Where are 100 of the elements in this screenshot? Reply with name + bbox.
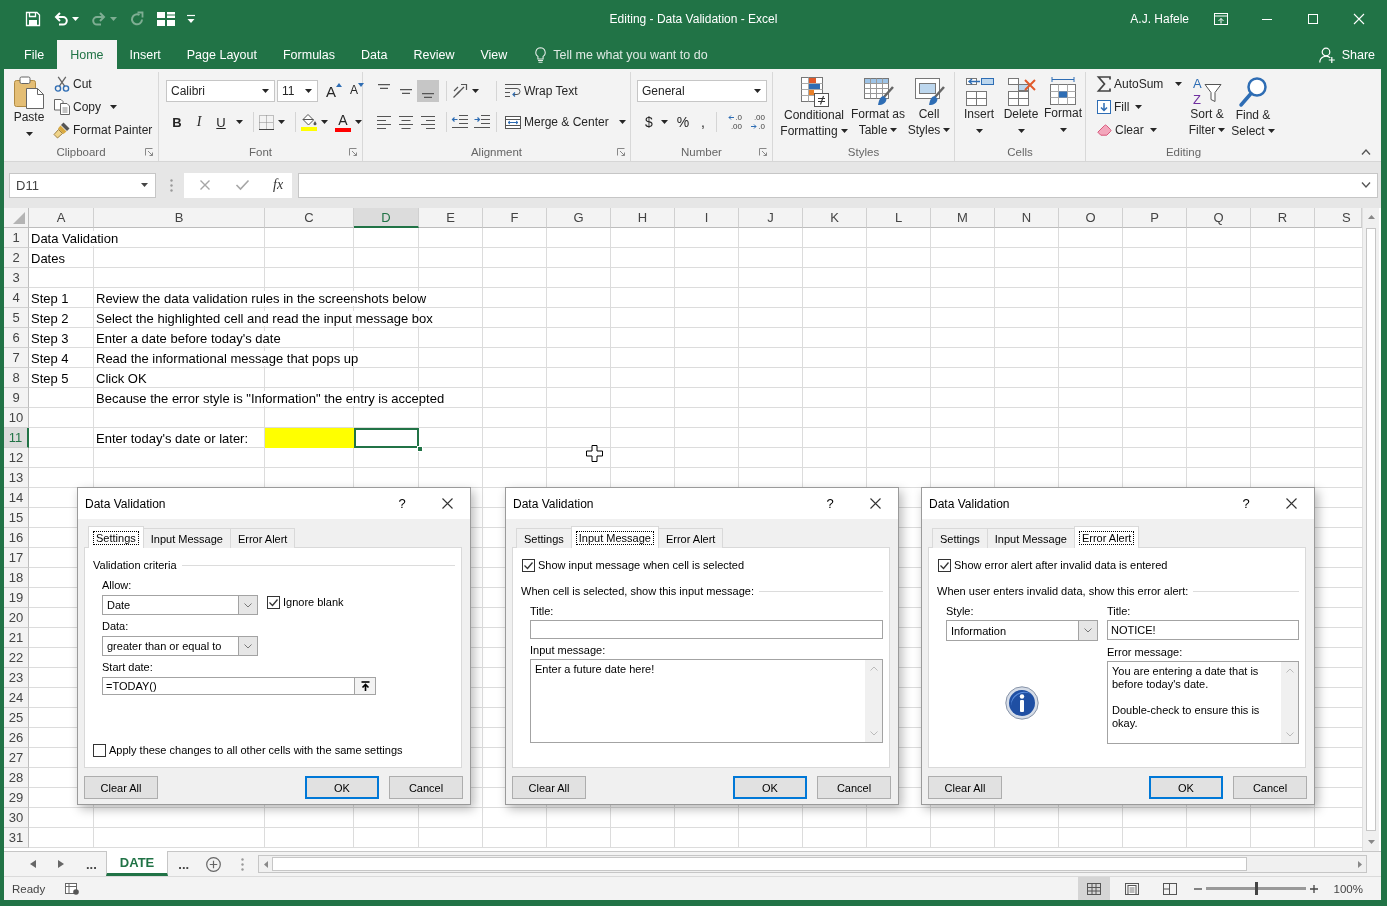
help-command[interactable]: ? [815, 496, 845, 511]
dialog-launcher-icon[interactable] [617, 148, 625, 156]
ribbon-tab[interactable]: Page Layout [173, 40, 270, 69]
format-as-table-button[interactable]: Format as Table [850, 72, 906, 143]
row-header[interactable]: 11 [4, 428, 29, 448]
row-header[interactable]: 4 [4, 288, 29, 308]
caret-icon[interactable] [141, 183, 148, 187]
caret-icon[interactable] [661, 120, 668, 124]
fill-color-button[interactable] [301, 113, 317, 131]
expand-icon[interactable] [1361, 182, 1371, 188]
column-header[interactable]: L [867, 208, 931, 228]
row-header[interactable]: 12 [4, 448, 29, 468]
fill-handle[interactable] [417, 446, 423, 452]
column-header[interactable]: J [739, 208, 803, 228]
angled-text-icon[interactable] [452, 83, 468, 99]
ribbon-tab[interactable]: View [467, 40, 521, 69]
start-date-field[interactable]: =TODAY() [102, 677, 376, 695]
dialog-launcher-icon[interactable] [349, 148, 357, 156]
row-header[interactable]: 30 [4, 808, 29, 828]
grid-icon[interactable] [157, 12, 175, 26]
undo-icon[interactable] [53, 12, 69, 26]
dialog-button[interactable]: Clear All [512, 776, 586, 799]
dialog-tab[interactable]: Error Alert [1073, 526, 1140, 548]
dialog-tab[interactable]: Error Alert [229, 528, 296, 548]
help-command[interactable]: ? [387, 496, 417, 511]
dialog-launcher-icon[interactable] [145, 148, 153, 156]
dialog-tab[interactable]: Input Message [142, 528, 231, 548]
row-header[interactable]: 9 [4, 388, 29, 408]
customize-caret-icon[interactable] [187, 14, 195, 24]
sort-filter-button[interactable]: A Z Sort & Filter [1184, 72, 1230, 143]
row-header[interactable]: 2 [4, 248, 29, 268]
row-header[interactable]: 17 [4, 548, 29, 568]
caret-icon[interactable] [618, 120, 626, 124]
dialog-button[interactable]: OK [1149, 776, 1223, 799]
name-box[interactable]: D11 [9, 172, 156, 198]
dialog-button[interactable]: Cancel [817, 776, 891, 799]
row-header[interactable]: 1 [4, 228, 29, 248]
row-header[interactable]: 31 [4, 828, 29, 848]
number-format-dropdown[interactable]: General [637, 80, 767, 102]
column-header[interactable]: B [94, 208, 265, 228]
insert-button[interactable]: Insert [958, 72, 1000, 143]
ribbon-tab[interactable]: Home [57, 40, 117, 69]
maximize-icon[interactable] [1308, 14, 1318, 24]
dialog-button[interactable]: Cancel [1233, 776, 1307, 799]
checkbox[interactable] [522, 558, 535, 572]
caret-icon[interactable] [278, 120, 285, 124]
column-header[interactable]: N [995, 208, 1059, 228]
font-color-button[interactable]: A [335, 112, 351, 132]
close-icon[interactable] [441, 498, 453, 509]
column-header[interactable]: Q [1187, 208, 1251, 228]
row-header[interactable]: 21 [4, 628, 29, 648]
autosum-button[interactable]: AutoSum [1095, 72, 1184, 95]
dialog-button[interactable]: OK [305, 776, 379, 799]
ribbon-tab[interactable]: Insert [116, 40, 174, 69]
add-sheet-icon[interactable] [206, 856, 222, 872]
scroll-up-icon[interactable] [1367, 215, 1375, 219]
dialog-tab[interactable]: Settings [516, 528, 572, 548]
vertical-scrollbar[interactable] [1362, 208, 1379, 851]
cut-button[interactable]: Cut [52, 72, 155, 95]
dialog-tab[interactable]: Settings [88, 526, 144, 548]
clear-button[interactable]: Clear [1095, 118, 1184, 141]
row-header[interactable]: 16 [4, 528, 29, 548]
minus-icon[interactable] [1193, 887, 1202, 890]
dialog-button[interactable]: OK [733, 776, 807, 799]
bold-command[interactable]: B [166, 111, 188, 133]
share-button[interactable]: Share [1318, 40, 1387, 69]
fill-button[interactable]: Fill [1095, 95, 1184, 118]
dialog-tab[interactable]: Input Message [986, 528, 1075, 548]
column-header[interactable]: K [803, 208, 867, 228]
column-header[interactable]: G [547, 208, 611, 228]
format-painter-button[interactable]: Format Painter [52, 118, 155, 141]
minimize-icon[interactable] [1262, 18, 1272, 20]
scroll-thumb[interactable] [1366, 228, 1376, 831]
help-command[interactable]: ? [1231, 496, 1261, 511]
row-header[interactable]: 10 [4, 408, 29, 428]
decrease-indent-icon[interactable] [452, 115, 468, 129]
collapse-dialog-button[interactable] [354, 678, 375, 694]
checkbox[interactable] [938, 558, 951, 572]
row-header[interactable]: 15 [4, 508, 29, 528]
borders-icon[interactable] [259, 114, 274, 130]
row-header[interactable]: 20 [4, 608, 29, 628]
column-header[interactable]: M [931, 208, 995, 228]
caret-icon[interactable] [236, 120, 243, 124]
row-header[interactable]: 14 [4, 488, 29, 508]
conditional-formatting-button[interactable]: Conditional Formatting [778, 72, 850, 143]
more-sheets-command[interactable]: ... [82, 852, 101, 876]
scroll-down-icon[interactable] [1367, 840, 1375, 844]
ribbon-tab[interactable]: Formulas [269, 40, 349, 69]
column-header[interactable]: H [611, 208, 675, 228]
row-header[interactable]: 8 [4, 368, 29, 388]
allow-dropdown[interactable]: Date [102, 595, 258, 615]
title-field[interactable] [530, 620, 883, 639]
row-header[interactable]: 22 [4, 648, 29, 668]
format-button[interactable]: Format [1042, 72, 1084, 143]
align-bottom-button[interactable] [417, 80, 439, 102]
row-header[interactable]: 19 [4, 588, 29, 608]
italic-command[interactable]: I [188, 111, 210, 133]
caret-icon[interactable] [472, 89, 479, 93]
caret-icon[interactable] [355, 120, 362, 124]
row-header[interactable]: 3 [4, 268, 29, 288]
